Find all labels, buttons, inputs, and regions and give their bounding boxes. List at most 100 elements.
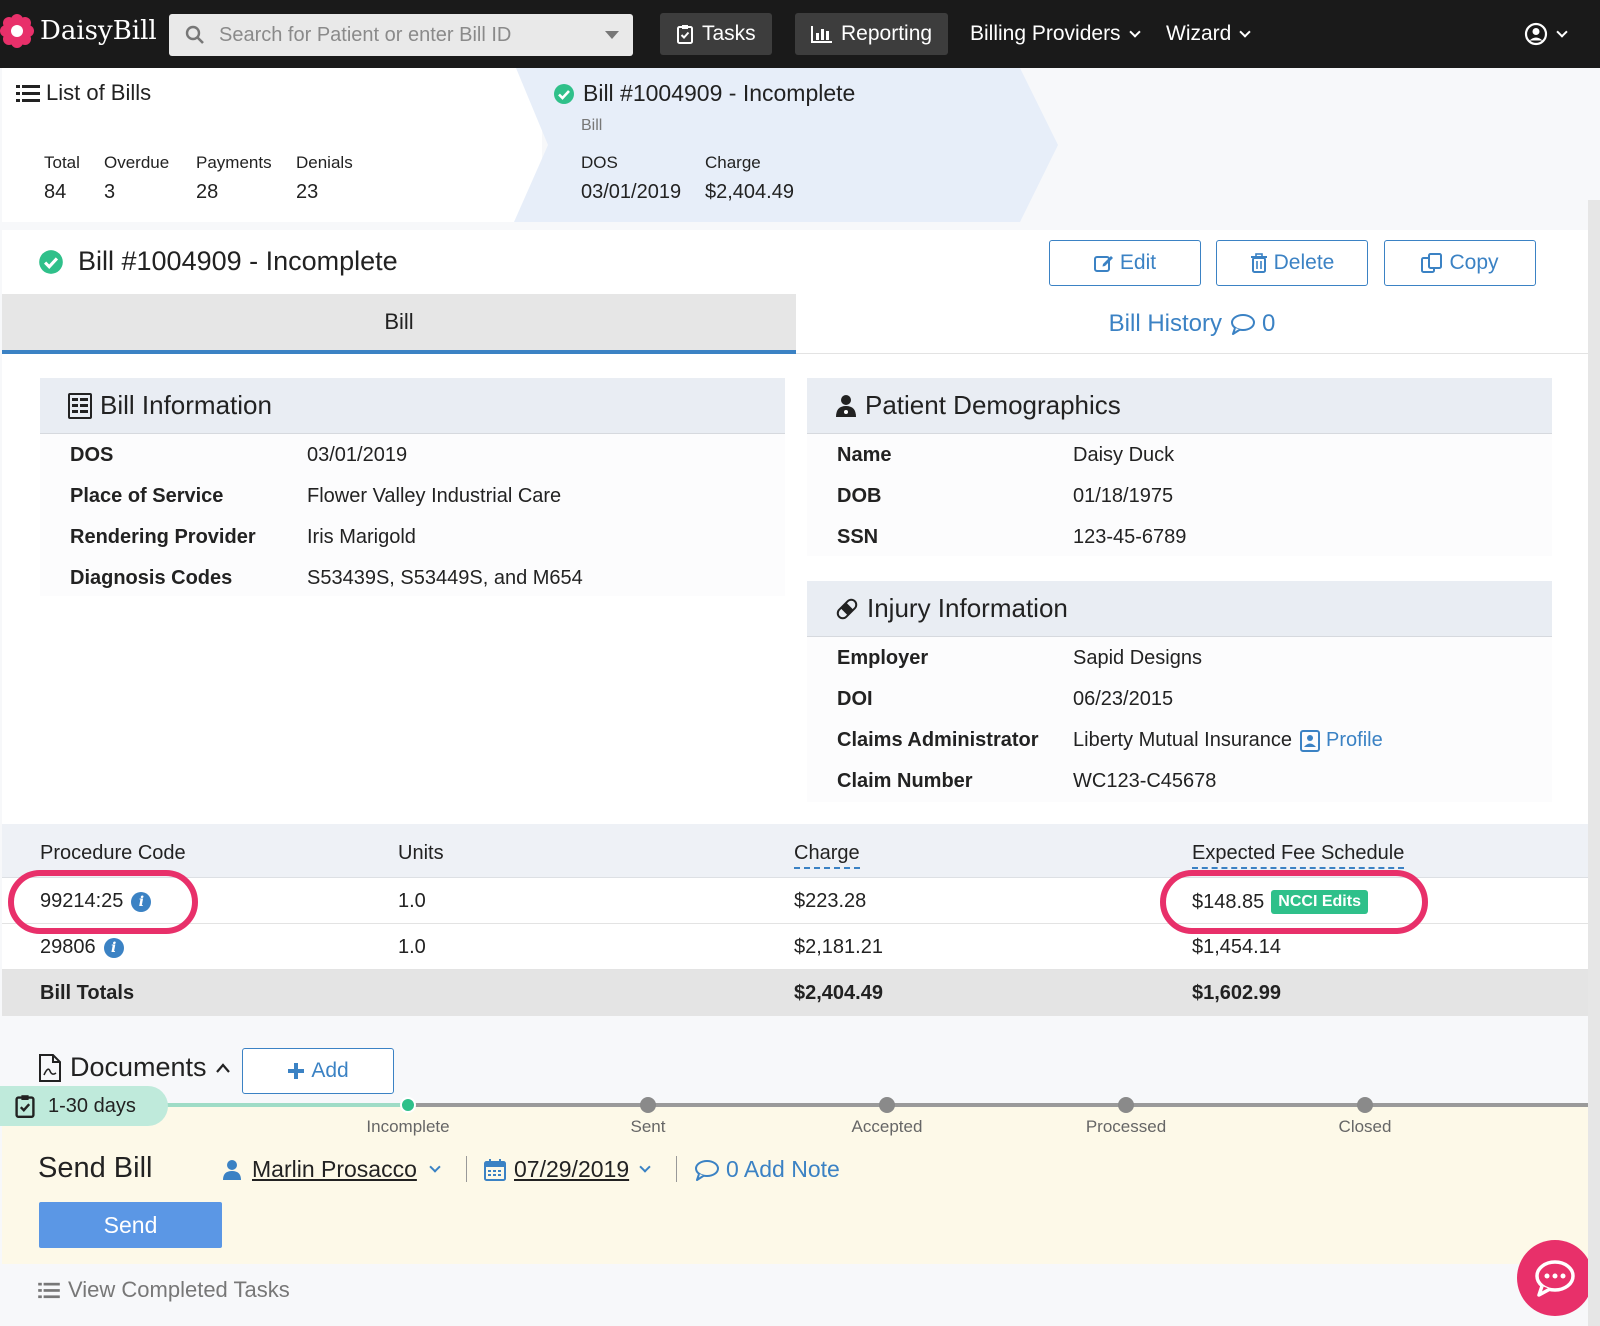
rendering-provider-label: Rendering Provider: [70, 526, 256, 548]
patient-demographics-title: Patient Demographics: [865, 390, 1121, 420]
edit-label: Edit: [1119, 251, 1157, 274]
step-incomplete-dot: [400, 1097, 416, 1113]
tab-history-label: Bill History: [1108, 309, 1222, 337]
employer-label: Employer: [837, 647, 929, 669]
top-navbar: DaisyBill Search for Patient or enter Bi…: [0, 0, 1600, 68]
delete-button[interactable]: Delete: [1216, 240, 1368, 286]
step-accepted-dot: [879, 1097, 895, 1113]
due-date-picker[interactable]: 07/29/2019: [484, 1156, 651, 1183]
search-input[interactable]: Search for Patient or enter Bill ID: [169, 14, 633, 56]
chat-button[interactable]: [1517, 1240, 1593, 1316]
stat-payments-value: 28: [196, 181, 219, 203]
edit-icon: [1093, 253, 1114, 273]
procedure-code-cell: 29806 i: [40, 936, 124, 959]
stat-total-value: 84: [44, 181, 67, 203]
chat-bubble-icon: [1535, 1260, 1575, 1297]
tasks-button[interactable]: Tasks: [660, 13, 772, 55]
claims-administrator-text: Liberty Mutual Insurance: [1073, 729, 1293, 751]
info-icon[interactable]: i: [103, 937, 124, 958]
patient-ssn-value: 123-45-6789: [1073, 526, 1187, 548]
col-expected-fee-schedule[interactable]: Expected Fee Schedule: [1192, 842, 1405, 869]
chevron-down-icon: [1128, 25, 1141, 38]
search-icon: [185, 25, 204, 44]
clipboard-check-icon: [15, 1095, 35, 1118]
bill-totals-label: Bill Totals: [40, 982, 135, 1004]
current-bill-crumb-shape: [514, 68, 1058, 222]
diagnosis-codes-label: Diagnosis Codes: [70, 567, 233, 589]
calendar-icon: [484, 1158, 506, 1181]
view-completed-tasks-label: View Completed Tasks: [68, 1277, 290, 1302]
copy-button[interactable]: Copy: [1384, 240, 1536, 286]
status-progress-fill: [165, 1103, 408, 1107]
check-circle-icon: [39, 249, 63, 274]
send-bill-title: Send Bill: [38, 1152, 153, 1184]
days-badge: 1-30 days: [0, 1086, 168, 1126]
documents-toggle[interactable]: Documents: [38, 1052, 231, 1083]
reporting-button[interactable]: Reporting: [795, 13, 949, 55]
search-dropdown-icon[interactable]: [605, 31, 619, 39]
bill-information-header: Bill Information: [40, 378, 785, 434]
add-document-button[interactable]: Add: [242, 1048, 394, 1094]
bill-dos-value: 03/01/2019: [307, 444, 408, 466]
list-icon: [16, 85, 40, 102]
assignee-dropdown[interactable]: Marlin Prosacco: [222, 1156, 441, 1183]
scrollbar[interactable]: [1588, 200, 1600, 1326]
highlight-ring-expected-fee: [1160, 870, 1428, 934]
units-cell: 1.0: [398, 936, 426, 958]
patient-dob-value: 01/18/1975: [1073, 485, 1174, 507]
tab-bill-history[interactable]: Bill History 0: [796, 294, 1588, 354]
tab-bill[interactable]: Bill: [2, 294, 796, 354]
rendering-provider-value: Iris Marigold: [307, 526, 416, 548]
patient-name-label: Name: [837, 444, 892, 466]
injury-information-title: Injury Information: [867, 593, 1068, 623]
breadcrumb-charge-value: $2,404.49: [705, 181, 794, 203]
edit-button[interactable]: Edit: [1049, 240, 1201, 286]
due-date-value: 07/29/2019: [514, 1156, 630, 1182]
daisy-logo-icon: [0, 14, 34, 48]
breadcrumb-charge-label: Charge: [705, 153, 761, 172]
stat-overdue-label: Overdue: [104, 153, 170, 172]
claim-number-value: WC123-C45678: [1073, 770, 1217, 792]
search-placeholder: Search for Patient or enter Bill ID: [219, 23, 512, 46]
charge-cell: $223.28: [794, 890, 867, 912]
profile-card-icon: [1300, 729, 1321, 752]
chevron-down-icon: [639, 1161, 651, 1173]
chevron-down-icon: [429, 1161, 441, 1173]
comment-icon: [1230, 313, 1255, 335]
units-cell: 1.0: [398, 890, 426, 912]
chevron-down-icon: [1556, 25, 1568, 38]
profile-link-label: Profile: [1326, 729, 1383, 751]
breadcrumb-bill-sub: Bill: [581, 117, 603, 134]
expected-fee-cell: $1,454.14: [1192, 936, 1281, 958]
step-sent-dot: [640, 1097, 656, 1113]
page-title: Bill #1004909 - Incomplete: [38, 246, 398, 277]
view-completed-tasks-link[interactable]: View Completed Tasks: [38, 1277, 290, 1303]
diagnosis-codes-value: S53439S, S53449S, and M654: [307, 567, 583, 589]
bill-totals-charge: $2,404.49: [794, 982, 883, 1004]
reporting-label: Reporting: [841, 22, 933, 45]
billing-providers-label: Billing Providers: [970, 22, 1121, 45]
profile-link[interactable]: Profile: [1300, 729, 1383, 752]
trash-icon: [1250, 253, 1268, 273]
stat-total-label: Total: [44, 153, 80, 172]
list-of-bills-link[interactable]: List of Bills: [16, 80, 151, 106]
col-procedure-code: Procedure Code: [40, 842, 186, 864]
breadcrumb-dos-label: DOS: [581, 153, 618, 172]
divider: [676, 1156, 677, 1182]
add-note-label: 0 Add Note: [726, 1156, 840, 1182]
bill-icon: [68, 392, 92, 419]
col-charge[interactable]: Charge: [794, 842, 860, 869]
user-menu[interactable]: [1508, 13, 1582, 55]
daisybill-logo[interactable]: DaisyBill: [0, 14, 157, 48]
wizard-label: Wizard: [1166, 22, 1232, 45]
patient-dob-label: DOB: [837, 485, 882, 507]
assignee-name: Marlin Prosacco: [252, 1156, 417, 1182]
tab-bill-label: Bill: [384, 309, 414, 334]
step-accepted-label: Accepted: [851, 1117, 923, 1136]
billing-providers-menu[interactable]: Billing Providers: [954, 13, 1155, 55]
bar-chart-icon: [811, 25, 833, 43]
doi-value: 06/23/2015: [1073, 688, 1174, 710]
add-note-link[interactable]: 0 Add Note: [694, 1156, 840, 1183]
send-button[interactable]: Send: [39, 1202, 222, 1248]
wizard-menu[interactable]: Wizard: [1150, 13, 1265, 55]
